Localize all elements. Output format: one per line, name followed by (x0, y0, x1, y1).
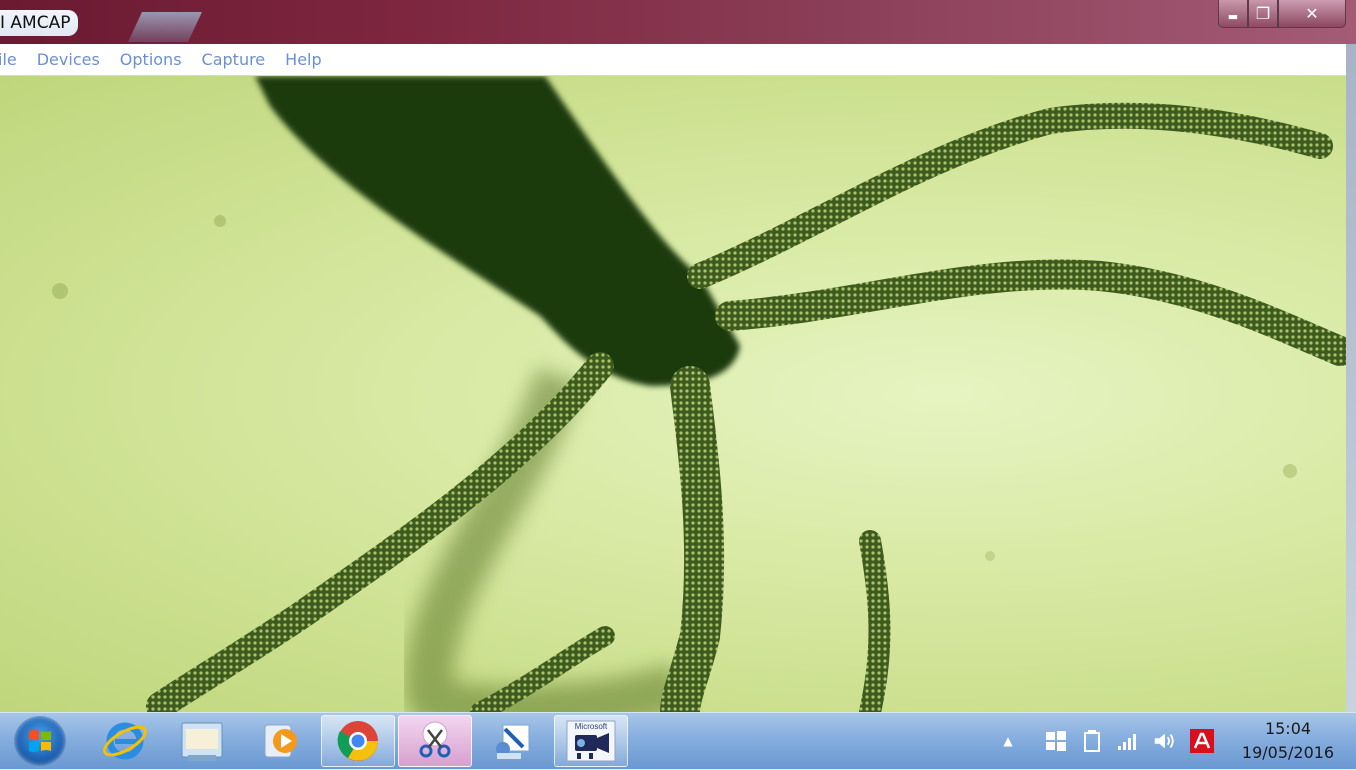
menu-options[interactable]: Options (110, 50, 192, 69)
tray-safely-remove[interactable] (1080, 729, 1104, 753)
clock[interactable]: 15:04 19/05/2016 (1238, 717, 1338, 765)
window-right-border (1346, 44, 1356, 712)
video-preview (0, 76, 1346, 712)
avira-umbrella-icon (1190, 729, 1214, 753)
taskbar-media-player[interactable] (242, 715, 316, 767)
clock-date: 19/05/2016 (1241, 743, 1335, 762)
folder-icon (181, 722, 223, 761)
maximize-button[interactable]: ❐ (1248, 0, 1278, 28)
minimize-button[interactable]: ▬ (1218, 0, 1248, 28)
taskbar-internet-explorer[interactable] (88, 715, 162, 767)
scissors-icon (419, 721, 451, 758)
title-bar[interactable]: I AMCAP ▬ ❐ ✕ (0, 0, 1356, 44)
usb-device-icon (1084, 730, 1100, 752)
close-button[interactable]: ✕ (1278, 0, 1346, 28)
menu-capture[interactable]: Capture (192, 50, 276, 69)
tray-volume[interactable] (1152, 729, 1176, 753)
taskbar-paint[interactable] (476, 715, 550, 767)
signal-bars-icon (1118, 734, 1136, 750)
amcap-badge: Microsoft (575, 722, 608, 731)
windows-flag-icon (1046, 731, 1066, 751)
system-tray: ▲ 15:04 19/05/2016 (996, 713, 1356, 769)
taskbar-chrome[interactable] (321, 715, 395, 767)
menu-bar: ile Devices Options Capture Help (0, 44, 1348, 76)
camera-icon: Microsoft (566, 720, 616, 762)
window-controls: ▬ ❐ ✕ (1218, 0, 1346, 30)
title-prefix: I (0, 13, 11, 33)
tray-windows-update[interactable] (1044, 729, 1068, 753)
window-title: I AMCAP (0, 10, 79, 36)
maximize-icon: ❐ (1255, 4, 1271, 23)
taskbar-amcap[interactable]: Microsoft (554, 715, 628, 767)
taskbar-windows-explorer[interactable] (165, 715, 239, 767)
menu-devices[interactable]: Devices (27, 50, 110, 69)
windows-logo-icon (29, 730, 51, 752)
minimize-icon: ▬ (1227, 10, 1239, 23)
internet-explorer-icon (103, 722, 147, 760)
title-label: AMCAP (10, 13, 71, 33)
tray-antivirus[interactable] (1190, 729, 1214, 753)
title-glass-reflection (128, 12, 202, 42)
microscope-image-hydra (52, 76, 1346, 712)
clock-time: 15:04 (1264, 719, 1312, 738)
chrome-icon (337, 721, 378, 761)
chevron-up-icon: ▲ (1003, 734, 1013, 748)
menu-file[interactable]: ile (0, 50, 27, 69)
paint-icon (496, 724, 530, 759)
show-hidden-icons-button[interactable]: ▲ (996, 729, 1020, 753)
taskbar: Microsoft ▲ 15:04 19/05/2016 (0, 712, 1356, 769)
tray-network[interactable] (1116, 729, 1140, 753)
media-player-icon (264, 724, 297, 758)
close-icon: ✕ (1305, 4, 1319, 23)
speaker-icon (1154, 733, 1174, 749)
menu-help[interactable]: Help (275, 50, 331, 69)
start-button[interactable] (14, 716, 66, 766)
taskbar-snipping-tool[interactable] (398, 715, 472, 767)
